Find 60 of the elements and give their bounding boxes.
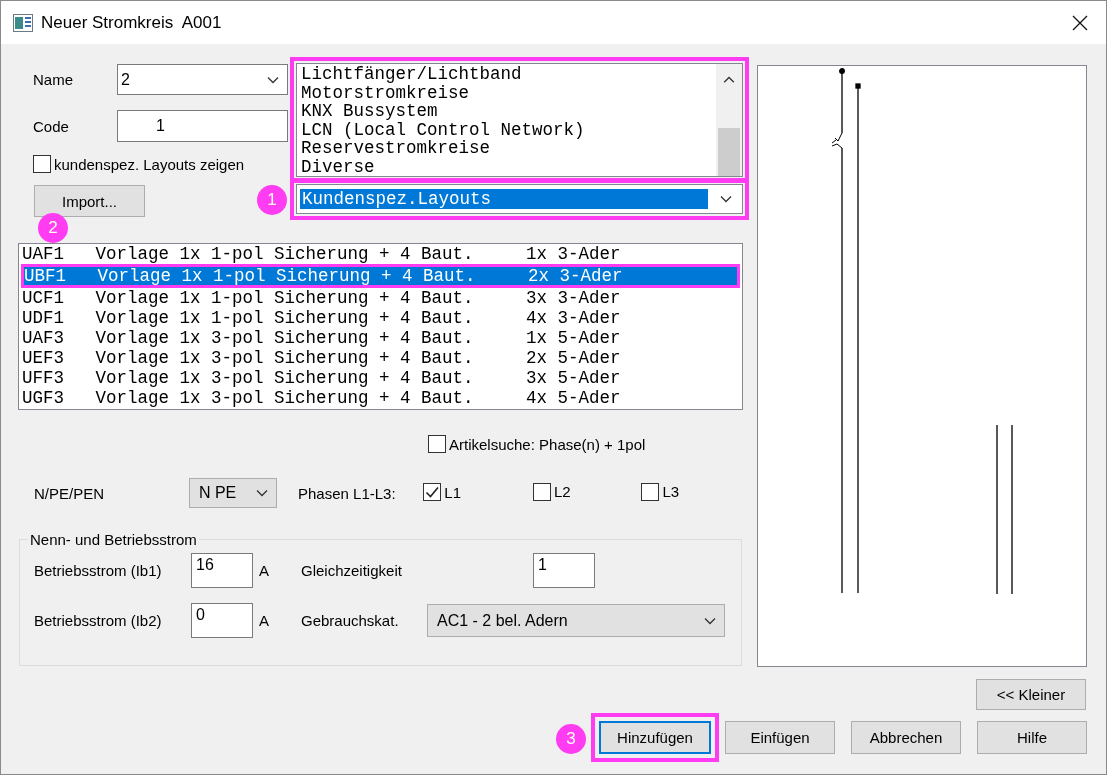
list-row[interactable]: UGF3 Vorlage 1x 3-pol Sicherung + 4 Baut. 4x 5-Ader [21,388,740,408]
annotation-badge: 3 [556,724,586,754]
checkbox[interactable] [641,482,660,501]
field-label: Betriebsstrom (Ib2) [34,612,163,629]
current-field[interactable]: 0 [191,603,253,638]
list-row[interactable]: UAF1 Vorlage 1x 1-pol Sicherung + 4 Baut. 1x 3-Ader [21,244,740,264]
window-title: Neuer Stromkreis A001 [41,12,222,33]
checkbox-label: L1 [444,483,462,501]
scrollbar[interactable] [716,64,742,176]
field-label: Gleichzeitigkeit [301,562,403,579]
field-label: Name [33,71,74,88]
code-field[interactable]: 1 [117,110,288,142]
checkbox[interactable] [423,483,442,501]
dialog-button[interactable]: Hilfe [977,721,1087,754]
template-list[interactable] [18,243,743,410]
list-row[interactable]: UBF1 Vorlage 1x 1-pol Sicherung + 4 Baut. 2x 3-Ader [21,264,740,288]
checkbox-label: Artikelsuche: Phase(n) + 1pol [449,435,646,453]
conductor-combo[interactable]: N PE [188,478,277,508]
chevron-down-icon [256,489,268,497]
checkbox[interactable] [428,435,446,453]
window-icon [13,13,33,32]
list-item[interactable]: Motorstromkreise [301,83,716,102]
group-title: Nenn- und Betriebsstrom [29,531,198,548]
list-item[interactable]: Lichtfänger/Lichtband [301,65,716,84]
current-field[interactable]: 16 [191,553,253,588]
annotation-badge: 1 [257,185,287,215]
annotation-badge: 2 [38,213,68,243]
list-item[interactable]: Diverse [301,157,716,176]
close-icon[interactable] [1072,14,1088,31]
dialog-button[interactable]: Einfügen [725,721,835,754]
chevron-down-icon [704,616,716,625]
field-label: Phasen L1-L3: [298,484,397,502]
list-row[interactable]: UAF3 Vorlage 1x 3-pol Sicherung + 4 Baut. 1x 5-Ader [21,328,740,348]
checkbox[interactable] [532,482,551,501]
unit-label: A [259,562,270,579]
list-row[interactable]: UEF3 Vorlage 1x 3-pol Sicherung + 4 Baut. 2x 5-Ader [21,348,740,368]
list-row[interactable]: UDF1 Vorlage 1x 1-pol Sicherung + 4 Baut. 4x 3-Ader [21,308,740,328]
chevron-down-icon [720,195,732,203]
list-item[interactable]: Reservestromkreise [301,139,716,158]
list-row[interactable]: UFF3 Vorlage 1x 3-pol Sicherung + 4 Baut. 3x 5-Ader [21,368,740,388]
checkbox[interactable] [33,155,51,173]
name-combo[interactable]: 2 [117,64,288,95]
field-label: Betriebsstrom (Ib1) [34,562,163,579]
list-row[interactable]: UCF1 Vorlage 1x 1-pol Sicherung + 4 Baut. 3x 3-Ader [21,288,740,308]
unit-label: A [259,612,270,629]
simultaneity-field[interactable]: 1 [533,553,595,588]
field-label: Code [33,117,70,135]
usage-category-combo[interactable]: AC1 - 2 bel. Adern [427,604,725,637]
import-button[interactable]: Import... [34,185,145,217]
list-item[interactable]: LCN (Local Control Network) [301,120,716,139]
checkbox-label: L3 [662,483,680,500]
collapse-button[interactable]: << Kleiner [976,679,1086,710]
dialog-button[interactable]: Abbrechen [851,721,961,754]
chevron-up-icon[interactable] [723,76,735,84]
checkbox-label: L2 [553,483,571,500]
field-label: Gebrauchskat. [301,612,400,629]
field-label: N/PE/PEN [34,484,106,502]
chevron-down-icon [267,75,279,84]
list-item[interactable]: KNX Bussystem [301,102,716,121]
checkbox-label: kundenspez. Layouts zeigen [54,155,245,173]
